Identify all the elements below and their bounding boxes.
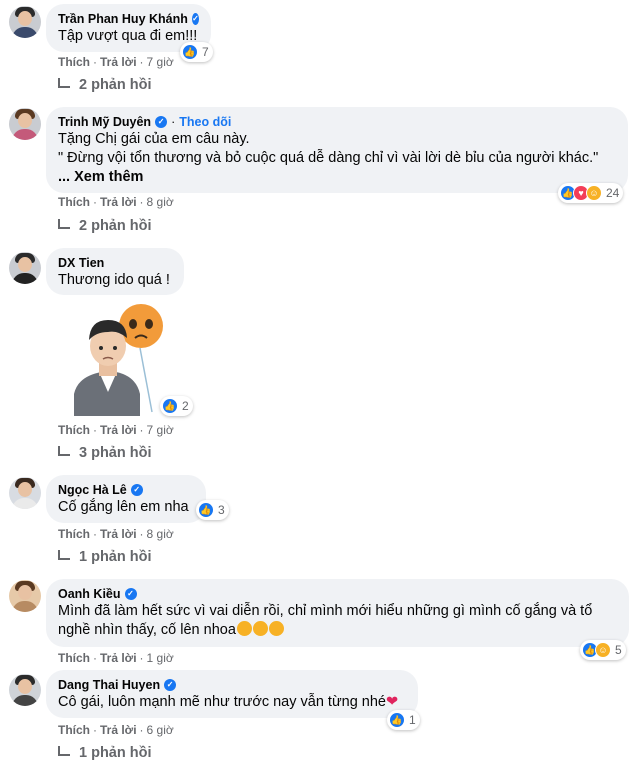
reaction-count: 1 — [409, 713, 416, 727]
like-button[interactable]: Thích — [58, 55, 90, 69]
avatar[interactable] — [9, 674, 41, 706]
replies-count: 1 phản hồi — [79, 745, 152, 761]
kiss-emoji-icon — [236, 621, 252, 636]
see-more-link[interactable]: ... Xem thêm — [58, 168, 616, 187]
care-reaction-icon: ☺ — [595, 642, 611, 658]
comment-bubble: Dang Thai Huyen ✓ Cô gái, luôn mạnh mẽ nh… — [46, 670, 418, 718]
reaction-count: 7 — [202, 45, 209, 59]
reply-button[interactable]: Trả lời — [100, 55, 137, 69]
reaction-summary[interactable]: 👍 3 — [196, 500, 229, 520]
author-name[interactable]: Ngọc Hà Lê — [58, 482, 127, 498]
view-replies-button[interactable]: 1 phản hồi — [58, 549, 152, 565]
view-replies-button[interactable]: 1 phản hồi — [58, 745, 152, 761]
view-replies-button[interactable]: 3 phản hồi — [58, 445, 152, 461]
comment-text: nghề nhìn thấy, cố lên nhoa — [58, 622, 236, 638]
comment-text: Tặng Chị gái của em câu này. — [58, 131, 250, 147]
like-reaction-icon: 👍 — [198, 502, 214, 518]
comment-text: Mình đã làm hết sức vì vai diễn rồi, chỉ… — [58, 603, 593, 619]
reply-button[interactable]: Trả lời — [100, 195, 137, 209]
reply-button[interactable]: Trả lời — [100, 651, 137, 665]
verified-badge-icon: ✓ — [191, 13, 199, 25]
comment-bubble: Trinh Mỹ Duyên ✓ · Theo dõi Tặng Chị gái củ… — [46, 107, 628, 193]
reply-arrow-icon — [58, 78, 70, 88]
verified-badge-icon: ✓ — [130, 484, 143, 496]
comment-actions: Thích · Trả lời · 8 giờ — [58, 195, 174, 209]
reaction-summary[interactable]: 👍 ♥ ☺ 24 — [558, 183, 624, 203]
timestamp[interactable]: 7 giờ — [147, 423, 174, 437]
author-name[interactable]: Trần Phan Huy Khánh — [58, 11, 188, 27]
like-button[interactable]: Thích — [58, 195, 90, 209]
replies-count: 2 phản hồi — [79, 77, 152, 93]
like-reaction-icon: 👍 — [162, 398, 178, 414]
comment-actions: Thích · Trả lời · 1 giờ — [58, 651, 174, 665]
kiss-emoji-icon — [252, 621, 268, 636]
reply-arrow-icon — [58, 550, 70, 560]
heart-emoji-icon: ❤ — [386, 694, 399, 710]
comment-bubble: Ngọc Hà Lê ✓ Cố gắng lên em nha — [46, 475, 206, 523]
comment-text: Cô gái, luôn mạnh mẽ như trước nay vẫn t… — [58, 694, 386, 710]
timestamp[interactable]: 8 giờ — [147, 195, 174, 209]
replies-count: 1 phản hồi — [79, 549, 152, 565]
comment-actions: Thích · Trả lời · 7 giờ — [58, 55, 174, 69]
follow-button[interactable]: Theo dõi — [179, 114, 231, 130]
comment-bubble: Oanh Kiều ✓ Mình đã làm hết sức vì vai di… — [46, 579, 629, 647]
view-replies-button[interactable]: 2 phản hồi — [58, 218, 152, 234]
reaction-summary[interactable]: 👍 2 — [160, 396, 193, 416]
comment-actions: Thích · Trả lời · 7 giờ — [58, 423, 174, 437]
author-name[interactable]: Trinh Mỹ Duyên — [58, 114, 151, 130]
kiss-emoji-icon — [268, 621, 284, 636]
like-reaction-icon: 👍 — [389, 712, 405, 728]
reply-arrow-icon — [58, 446, 70, 456]
author-name[interactable]: Dang Thai Huyen — [58, 677, 160, 693]
reply-arrow-icon — [58, 746, 70, 756]
verified-badge-icon: ✓ — [164, 679, 177, 691]
comment-actions: Thích · Trả lời · 8 giờ — [58, 527, 174, 541]
reaction-count: 24 — [606, 186, 620, 200]
avatar[interactable] — [9, 580, 41, 612]
author-name[interactable]: DX Tien — [58, 255, 104, 271]
reply-button[interactable]: Trả lời — [100, 723, 137, 737]
comment-actions: Thích · Trả lời · 6 giờ — [58, 723, 174, 737]
timestamp[interactable]: 8 giờ — [147, 527, 174, 541]
reaction-summary[interactable]: 👍 ☺ 5 — [580, 640, 626, 660]
author-name[interactable]: Oanh Kiều — [58, 586, 121, 602]
view-replies-button[interactable]: 2 phản hồi — [58, 77, 152, 93]
timestamp[interactable]: 6 giờ — [147, 723, 174, 737]
reaction-summary[interactable]: 👍 1 — [387, 710, 420, 730]
timestamp[interactable]: 1 giờ — [147, 651, 174, 665]
timestamp[interactable]: 7 giờ — [147, 55, 174, 69]
replies-count: 3 phản hồi — [79, 445, 152, 461]
like-button[interactable]: Thích — [58, 723, 90, 737]
avatar[interactable] — [9, 6, 41, 38]
verified-badge-icon: ✓ — [155, 116, 168, 128]
comment-bubble: DX Tien Thương ido quá ! — [46, 248, 184, 295]
reaction-summary[interactable]: 👍 7 — [180, 42, 213, 62]
avatar[interactable] — [9, 477, 41, 509]
avatar[interactable] — [9, 108, 41, 140]
comment-text: Tập vượt qua đi em!!! — [58, 28, 198, 44]
replies-count: 2 phản hồi — [79, 218, 152, 234]
avatar[interactable] — [9, 252, 41, 284]
comment-text: Cố gắng lên em nha — [58, 499, 189, 515]
like-button[interactable]: Thích — [58, 423, 90, 437]
reply-button[interactable]: Trả lời — [100, 527, 137, 541]
verified-badge-icon: ✓ — [124, 588, 137, 600]
like-reaction-icon: 👍 — [182, 44, 198, 60]
reaction-count: 2 — [182, 399, 189, 413]
sticker-image — [74, 304, 163, 416]
like-button[interactable]: Thích — [58, 527, 90, 541]
comment-text: " Đừng vội tổn thương và bỏ cuộc quá dễ … — [58, 150, 599, 166]
reply-button[interactable]: Trả lời — [100, 423, 137, 437]
reaction-count: 3 — [218, 503, 225, 517]
like-button[interactable]: Thích — [58, 651, 90, 665]
care-reaction-icon: ☺ — [586, 185, 602, 201]
reaction-count: 5 — [615, 643, 622, 657]
reply-arrow-icon — [58, 219, 70, 229]
comment-text: Thương ido quá ! — [58, 272, 170, 288]
